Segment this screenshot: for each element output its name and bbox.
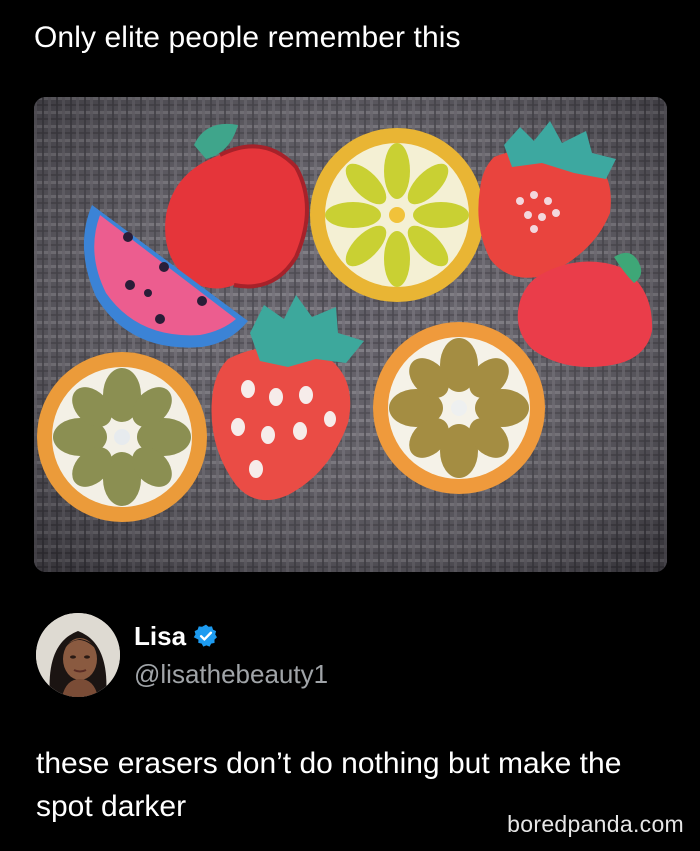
post-caption: Only elite people remember this <box>34 21 461 54</box>
display-name[interactable]: Lisa <box>134 619 186 653</box>
avatar[interactable] <box>36 613 120 697</box>
user-handle[interactable]: @lisathebeauty1 <box>134 657 328 691</box>
verified-badge-icon <box>193 623 219 649</box>
orange-eraser-right <box>373 322 545 494</box>
name-row: Lisa <box>134 619 219 653</box>
tweet-author[interactable]: Lisa @lisathebeauty1 <box>36 613 436 697</box>
orange-eraser-left <box>37 352 207 522</box>
post-image[interactable] <box>34 97 667 572</box>
lemon-eraser <box>310 128 484 302</box>
watermark: boredpanda.com <box>507 811 684 837</box>
